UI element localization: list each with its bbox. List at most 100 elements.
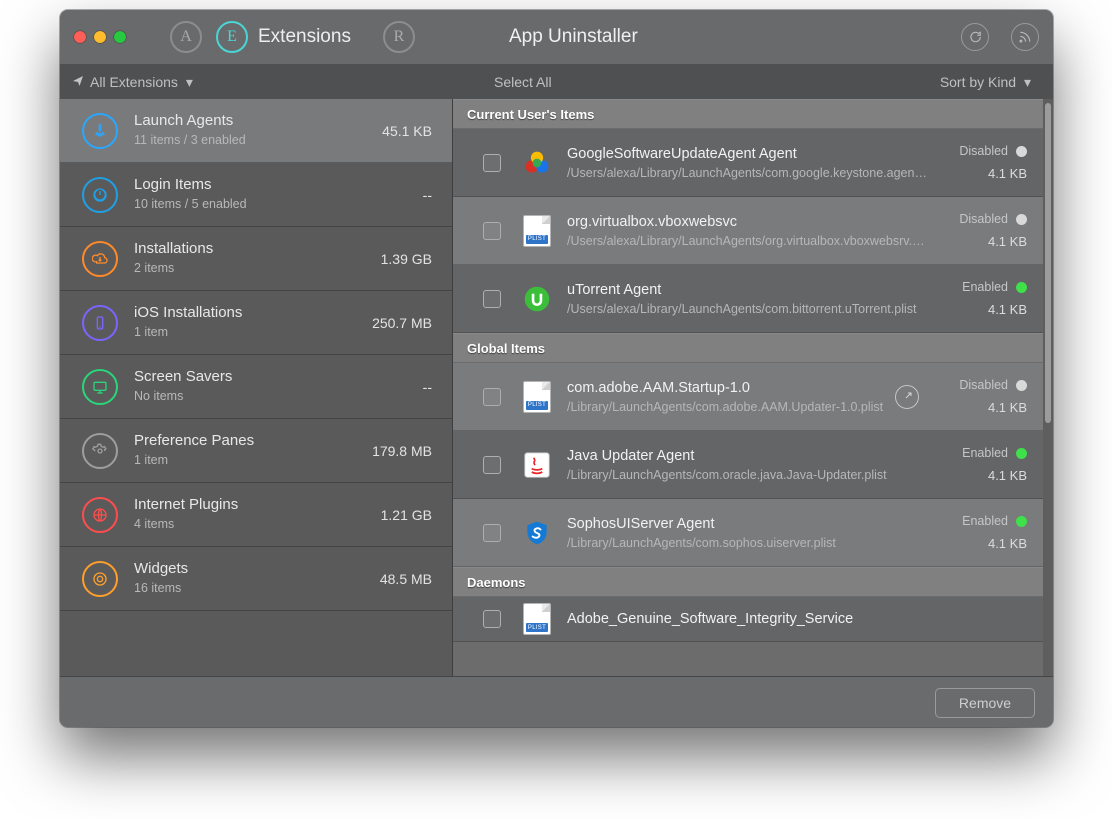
sidebar-item-screen-savers[interactable]: Screen Savers No items -- [60, 355, 452, 419]
app-icon [523, 383, 551, 411]
item-name: org.virtualbox.vboxwebsvc [567, 214, 929, 230]
app-icon [523, 451, 551, 479]
status-dot-icon [1016, 214, 1027, 225]
checkbox[interactable] [483, 154, 501, 172]
sidebar-item-widgets[interactable]: Widgets 16 items 48.5 MB [60, 547, 452, 611]
item-size: 4.1 KB [988, 234, 1027, 249]
sidebar-item-preference-panes[interactable]: Preference Panes 1 item 179.8 MB [60, 419, 452, 483]
sidebar: Launch Agents 11 items / 3 enabled 45.1 … [60, 99, 453, 676]
sidebar-item-text: Installations 2 items [134, 240, 381, 276]
item-path: /Users/alexa/Library/LaunchAgents/com.go… [567, 166, 929, 180]
item-name: SophosUIServer Agent [567, 516, 929, 532]
list-item[interactable]: uTorrent Agent /Users/alexa/Library/Laun… [453, 265, 1043, 333]
sidebar-item-text: Login Items 10 items / 5 enabled [134, 176, 423, 212]
status: Enabled [962, 280, 1027, 294]
list-item[interactable]: Adobe_Genuine_Software_Integrity_Service [453, 597, 1043, 642]
rss-icon[interactable] [1011, 23, 1039, 51]
close-window-button[interactable] [74, 31, 86, 43]
app-title: App Uninstaller [509, 26, 638, 48]
sidebar-item-installations[interactable]: Installations 2 items 1.39 GB [60, 227, 452, 291]
sidebar-item-size: 250.7 MB [372, 315, 432, 331]
status: Disabled [959, 378, 1027, 392]
preference-panes-icon [82, 433, 118, 469]
checkbox[interactable] [483, 524, 501, 542]
list-item[interactable]: org.virtualbox.vboxwebsvc /Users/alexa/L… [453, 197, 1043, 265]
location-arrow-icon [72, 74, 84, 90]
login-items-icon [82, 177, 118, 213]
tab-extensions-icon[interactable]: E [216, 21, 248, 53]
status: Disabled [959, 144, 1027, 158]
status-label: Enabled [962, 446, 1008, 460]
status: Enabled [962, 514, 1027, 528]
window-controls [74, 31, 126, 43]
sidebar-item-launch-agents[interactable]: Launch Agents 11 items / 3 enabled 45.1 … [60, 99, 452, 163]
checkbox[interactable] [483, 388, 501, 406]
maximize-window-button[interactable] [114, 31, 126, 43]
app-icon [523, 217, 551, 245]
sidebar-item-ios-installations[interactable]: iOS Installations 1 item 250.7 MB [60, 291, 452, 355]
list-item[interactable]: com.adobe.AAM.Startup-1.0 /Library/Launc… [453, 363, 1043, 431]
item-path: /Users/alexa/Library/LaunchAgents/com.bi… [567, 302, 929, 316]
sidebar-item-title: iOS Installations [134, 304, 372, 323]
minimize-window-button[interactable] [94, 31, 106, 43]
filter-dropdown[interactable]: All Extensions ▾ [90, 74, 193, 91]
sidebar-item-login-items[interactable]: Login Items 10 items / 5 enabled -- [60, 163, 452, 227]
item-text: com.adobe.AAM.Startup-1.0 /Library/Launc… [567, 380, 895, 414]
sidebar-item-title: Login Items [134, 176, 423, 195]
item-text: Java Updater Agent /Library/LaunchAgents… [567, 448, 929, 482]
section-header: Global Items [453, 333, 1043, 363]
item-size: 4.1 KB [988, 302, 1027, 317]
tab-remains-icon[interactable]: R [383, 21, 415, 53]
sidebar-item-subtitle: No items [134, 389, 423, 405]
item-name: GoogleSoftwareUpdateAgent Agent [567, 146, 929, 162]
section-header: Current User's Items [453, 99, 1043, 129]
item-text: Adobe_Genuine_Software_Integrity_Service [567, 611, 1027, 627]
sidebar-item-subtitle: 1 item [134, 325, 372, 341]
item-name: com.adobe.AAM.Startup-1.0 [567, 380, 895, 396]
select-all-button[interactable]: Select All [494, 74, 552, 90]
sort-dropdown[interactable]: Sort by Kind ▾ [940, 74, 1031, 91]
item-meta: Enabled 4.1 KB [941, 280, 1027, 317]
status-dot-icon [1016, 146, 1027, 157]
sidebar-item-subtitle: 2 items [134, 261, 381, 277]
status-label: Enabled [962, 280, 1008, 294]
checkbox[interactable] [483, 290, 501, 308]
item-meta: Disabled 4.1 KB [941, 212, 1027, 249]
reveal-in-finder-icon[interactable] [895, 385, 919, 409]
sidebar-item-text: Internet Plugins 4 items [134, 496, 381, 532]
sidebar-item-size: 179.8 MB [372, 443, 432, 459]
app-window: A E Extensions R App Uninstaller All Ext… [60, 10, 1053, 727]
scrollbar-thumb[interactable] [1045, 103, 1051, 423]
sidebar-item-size: -- [423, 187, 432, 203]
tab-apps-icon[interactable]: A [170, 21, 202, 53]
tab-extensions-label: Extensions [258, 26, 351, 48]
sidebar-item-size: 48.5 MB [380, 571, 432, 587]
checkbox[interactable] [483, 610, 501, 628]
remove-button[interactable]: Remove [935, 688, 1035, 718]
sidebar-item-text: iOS Installations 1 item [134, 304, 372, 340]
toolbar: All Extensions ▾ Select All Sort by Kind… [60, 65, 1053, 99]
status-label: Disabled [959, 378, 1008, 392]
chat-icon[interactable] [961, 23, 989, 51]
sidebar-item-text: Launch Agents 11 items / 3 enabled [134, 112, 382, 148]
list-item[interactable]: Java Updater Agent /Library/LaunchAgents… [453, 431, 1043, 499]
checkbox[interactable] [483, 222, 501, 240]
section-header: Daemons [453, 567, 1043, 597]
list-item[interactable]: SophosUIServer Agent /Library/LaunchAgen… [453, 499, 1043, 567]
item-meta: Disabled 4.1 KB [941, 144, 1027, 181]
item-text: GoogleSoftwareUpdateAgent Agent /Users/a… [567, 146, 929, 180]
item-text: SophosUIServer Agent /Library/LaunchAgen… [567, 516, 929, 550]
scrollbar[interactable] [1043, 99, 1053, 676]
main-body: Launch Agents 11 items / 3 enabled 45.1 … [60, 99, 1053, 676]
list-item[interactable]: GoogleSoftwareUpdateAgent Agent /Users/a… [453, 129, 1043, 197]
app-icon [523, 149, 551, 177]
status-dot-icon [1016, 282, 1027, 293]
status-label: Disabled [959, 144, 1008, 158]
checkbox[interactable] [483, 456, 501, 474]
installations-icon [82, 241, 118, 277]
sidebar-item-internet-plugins[interactable]: Internet Plugins 4 items 1.21 GB [60, 483, 452, 547]
chevron-down-icon: ▾ [186, 74, 193, 91]
sidebar-item-size: 1.39 GB [381, 251, 432, 267]
item-name: Adobe_Genuine_Software_Integrity_Service [567, 611, 1027, 627]
sidebar-item-title: Screen Savers [134, 368, 423, 387]
